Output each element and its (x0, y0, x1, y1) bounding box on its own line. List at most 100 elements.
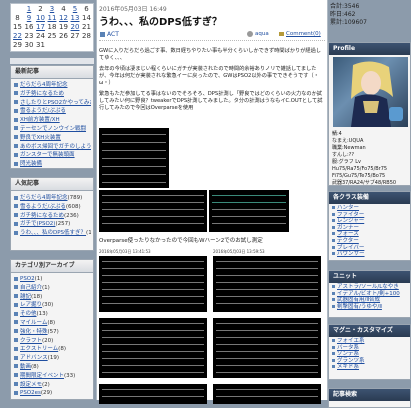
calendar-day[interactable]: 10 (35, 14, 46, 23)
category-item[interactable]: その他(13) (14, 310, 91, 319)
category-item-label[interactable]: 設定メモ (20, 382, 42, 388)
category-item-label[interactable]: PSO2 (20, 276, 35, 282)
profile-line: 武器37/RA24/サブ48/RB50 (332, 180, 397, 186)
calendar-day[interactable]: 11 (47, 14, 58, 23)
post-tag[interactable]: ACT (107, 31, 119, 38)
dps-screenshot-8[interactable] (99, 384, 207, 404)
popular-post-item[interactable]: だらだら4周年記念(789) (14, 194, 91, 203)
calendar-day: 31 (36, 41, 45, 49)
category-item[interactable]: マイルーム(8) (14, 319, 91, 328)
recent-post-link[interactable]: XH前方装置/XH (14, 116, 91, 125)
mag-link[interactable]: メギド系 (332, 364, 408, 371)
comment-link[interactable]: Comment(0) (286, 31, 321, 37)
dps-screenshot-1[interactable] (99, 128, 169, 188)
profile-line: 服:グラフ Lv (332, 159, 362, 165)
category-item[interactable]: PSO2es(29) (14, 389, 91, 398)
recent-post-link[interactable]: ガチ勢になるため (14, 90, 91, 99)
popular-post-item[interactable]: ガチ勢になるため(236) (14, 212, 91, 221)
popular-post-item-label[interactable]: うわ、、、私のDPS低すぎ？ (20, 230, 86, 236)
category-item-label[interactable]: クラフト (20, 338, 42, 344)
calendar-day[interactable]: 9 (24, 14, 35, 23)
calendar-day: 8 (15, 14, 20, 22)
equipment-link[interactable]: フォース (332, 231, 408, 238)
equipment-link[interactable]: ファイター (332, 212, 408, 219)
category-item[interactable]: レア掘り(30) (14, 301, 91, 310)
recent-post-link[interactable]: 野良でXH火装置 (14, 134, 91, 143)
calendar-day: 14 (82, 14, 91, 22)
dps-screenshot-2[interactable] (99, 190, 207, 232)
category-item-label[interactable]: 強化・特殊 (20, 329, 48, 335)
calendar-day[interactable]: 13 (70, 14, 81, 23)
unit-link[interactable]: アストラ/ソール/Lなやき (332, 284, 408, 291)
calendar-day[interactable]: 1 (24, 5, 35, 14)
category-item-count: (2) (42, 381, 50, 388)
equipment-link[interactable]: レンジャー (332, 218, 408, 225)
calendar-day[interactable]: 20 (70, 23, 81, 32)
popular-post-item-count: (257) (55, 221, 71, 228)
recent-post-link[interactable]: ガンスターで無装頭面 (14, 151, 91, 160)
dps-screenshot-7[interactable] (213, 318, 321, 378)
recent-post-link[interactable]: さしたりとPSO2かやってみた (14, 99, 91, 108)
profile-avatar[interactable] (333, 57, 408, 127)
popular-post-item[interactable]: ガチで(PSO2)(257) (14, 220, 91, 229)
category-item[interactable]: 雑記(18) (14, 293, 91, 302)
category-item-label[interactable]: アドバンス (20, 355, 48, 361)
mag-link[interactable]: フォイエ系 (332, 338, 408, 345)
unit-link[interactable]: 剣撃固有/うゆや/Ⅱ (332, 304, 408, 311)
category-item[interactable]: 動画(8) (14, 363, 91, 372)
dps-screenshot-9[interactable] (213, 384, 321, 404)
popular-post-item-label[interactable]: ガチ勢になるため (20, 213, 64, 219)
calendar-day[interactable]: 5 (70, 5, 81, 14)
category-item[interactable]: エクストリーム(8) (14, 345, 91, 354)
calendar-day (12, 5, 23, 14)
dps-screenshot-6[interactable] (99, 318, 207, 378)
category-item[interactable]: クラフト(20) (14, 337, 91, 346)
recent-post-link[interactable]: テーセンでノンウイン戦闘 (14, 125, 91, 134)
dps-screenshot-3[interactable] (209, 190, 289, 232)
post-meta-bar: ACT aqua Comment(0) (99, 30, 325, 41)
category-item-label[interactable]: 期間限定イベント (20, 373, 64, 379)
recent-post-link[interactable]: 閃光装備 (14, 160, 91, 168)
popular-post-item[interactable]: うわ、、、私のDPS低すぎ？(159) (14, 229, 91, 238)
recent-post-link[interactable]: あのボス帰回でガチのしよう? (14, 143, 91, 152)
mag-link[interactable]: ゾンデ系 (332, 351, 408, 358)
category-item-count: (30) (42, 302, 54, 309)
recent-post-link[interactable]: だらだら4周年記念 (14, 81, 91, 90)
category-item[interactable]: 設定メモ(2) (14, 381, 91, 390)
category-item-label[interactable]: マイルーム (20, 320, 47, 326)
post-body: GWに入りだらだら過ごす事、数日経ちやりたい事も半分くらいしかできず時間ばかりが… (99, 48, 323, 112)
category-archive-widget: カテゴリ別アーカイブ PSO2(1) 自己紹介(1) 雑記(18) レア掘り(30) そ… (10, 259, 94, 400)
category-item[interactable]: PSO2(1) (14, 275, 91, 284)
category-item-label[interactable]: その他 (20, 311, 37, 317)
post-author[interactable]: aqua (255, 31, 269, 37)
category-item-label[interactable]: エクストリーム (20, 346, 58, 352)
recent-post-link[interactable]: 雪るようだ/ぷぷる (14, 107, 91, 116)
recent-posts-widget: 最新記事 だらだら4周年記念 ガチ勢になるため さしたりとPSO2かやってみた 雪るよ… (10, 65, 94, 169)
equipment-link[interactable]: ハンター (332, 205, 408, 212)
unit-link[interactable]: 武器固有用/Ⅱ合成 (332, 297, 408, 304)
category-item-label[interactable]: 動画 (20, 364, 31, 370)
popular-post-item-label[interactable]: ガチで(PSO2) (20, 221, 55, 227)
stat-yesterday: 昨日:462 (330, 11, 356, 18)
popular-post-item-label[interactable]: だらだら4周年記念 (20, 195, 68, 201)
category-item-label[interactable]: 自己紹介 (20, 285, 42, 291)
category-item[interactable]: 自己紹介(1) (14, 284, 91, 293)
dps-screenshot-4[interactable] (99, 256, 207, 312)
category-item-label[interactable]: 雑記 (20, 294, 31, 300)
calendar-day[interactable]: 22 (12, 32, 23, 41)
tag-icon (100, 32, 105, 37)
category-item-label[interactable]: レア掘り (20, 302, 42, 308)
popular-post-item[interactable]: 雪るようだ/ぷぷる(608) (14, 203, 91, 212)
category-item[interactable]: アドバンス(19) (14, 354, 91, 363)
popular-post-item-label[interactable]: 雪るようだ/ぷぷる (20, 204, 66, 210)
calendar-day[interactable]: 12 (58, 14, 69, 23)
calendar-day[interactable]: 17 (35, 23, 46, 32)
equipment-link[interactable]: テクター (332, 238, 408, 245)
category-item-label[interactable]: PSO2es (20, 390, 41, 396)
dps-screenshot-5[interactable] (213, 256, 321, 312)
calendar-day[interactable]: 3 (47, 5, 58, 14)
equipment-link[interactable]: バウンサー (332, 251, 408, 258)
category-item[interactable]: 強化・特殊(57) (14, 328, 91, 337)
post-title[interactable]: うわ、、、私のDPS低すぎ？ (99, 13, 222, 28)
category-item[interactable]: 期間限定イベント(33) (14, 372, 91, 381)
